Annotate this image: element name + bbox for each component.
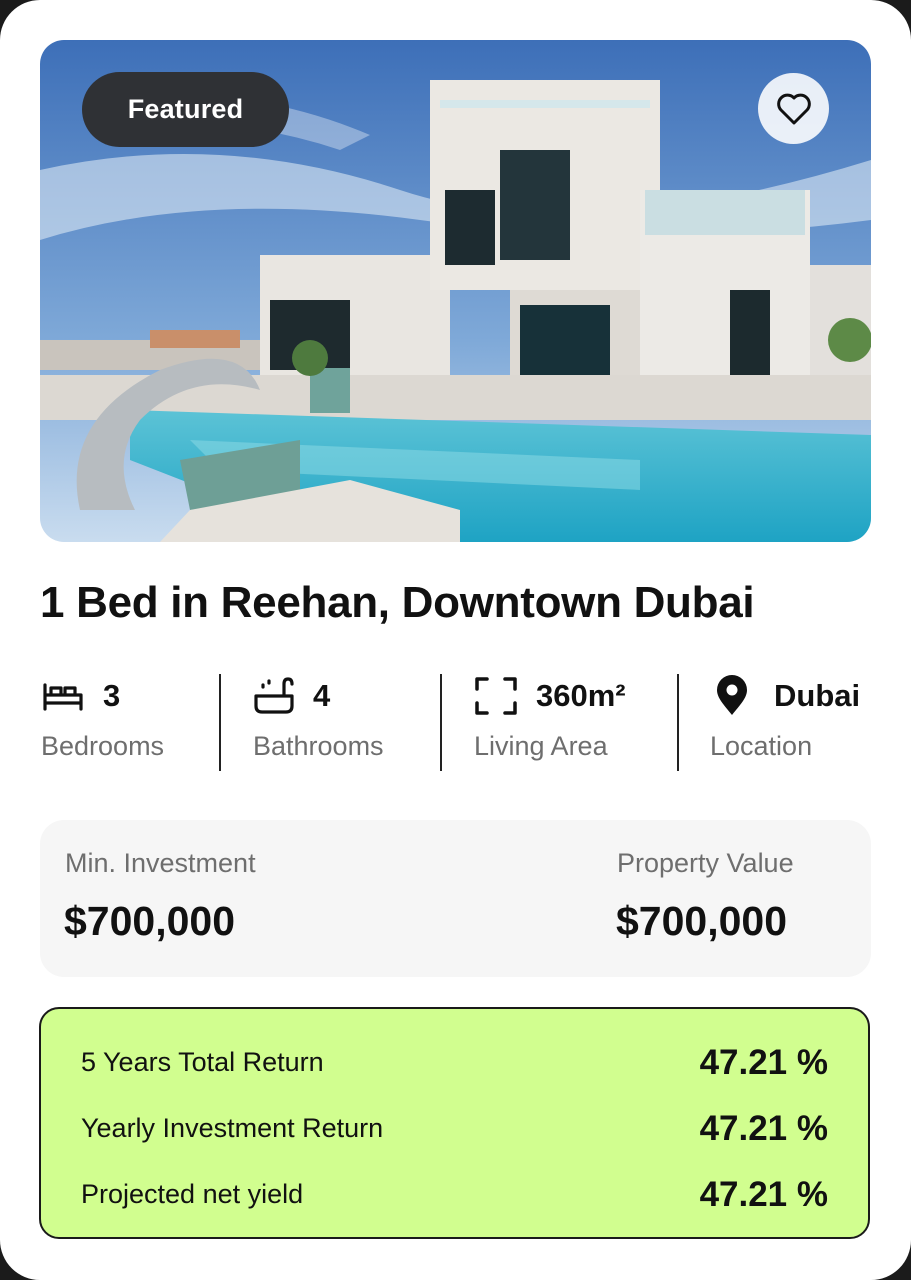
stat-bedrooms: 3 Bedrooms: [41, 670, 164, 774]
featured-badge-label: Featured: [127, 94, 244, 124]
living-area-value: 360m²: [536, 678, 626, 713]
return-label: Yearly Investment Return: [81, 1113, 384, 1143]
bathtub-icon: [254, 677, 294, 714]
featured-badge: Featured: [82, 72, 289, 147]
property-value-value: $700,000: [616, 898, 788, 944]
location-pin-icon: [717, 675, 747, 715]
min-investment-value: $700,000: [64, 898, 236, 944]
property-value-label: Property Value: [617, 848, 794, 878]
favorite-button[interactable]: [758, 73, 829, 144]
location-label: Location: [710, 731, 813, 761]
return-label: 5 Years Total Return: [81, 1047, 324, 1077]
return-row: Yearly Investment Return 47.21 %: [41, 1105, 868, 1155]
stat-divider: [440, 674, 442, 771]
bathrooms-label: Bathrooms: [253, 731, 384, 761]
stat-bathrooms: 4 Bathrooms: [253, 670, 384, 774]
bedrooms-value: 3: [103, 678, 121, 713]
stat-divider: [677, 674, 679, 771]
bed-icon: [43, 683, 83, 711]
stat-divider: [219, 674, 221, 771]
investment-summary: Min. Investment $700,000 Property Value …: [40, 820, 871, 977]
return-label: Projected net yield: [81, 1179, 304, 1209]
property-title: 1 Bed in Reehan, Downtown Dubai: [40, 578, 755, 627]
property-stats: 3 Bedrooms 4 Bathrooms 360m² Living Area…: [0, 670, 911, 774]
returns-panel: 5 Years Total Return 47.21 % Yearly Inve…: [39, 1007, 870, 1239]
return-value: 47.21 %: [699, 1043, 828, 1082]
min-investment-label: Min. Investment: [65, 848, 256, 878]
return-row: Projected net yield 47.21 %: [41, 1171, 868, 1221]
bedrooms-label: Bedrooms: [41, 731, 165, 761]
return-value: 47.21 %: [699, 1175, 828, 1214]
stat-location: Dubai Location: [710, 670, 861, 774]
return-value: 47.21 %: [699, 1109, 828, 1148]
stat-living-area: 360m² Living Area: [474, 670, 626, 774]
area-frame-icon: [475, 677, 517, 715]
heart-icon: [776, 93, 811, 124]
living-area-label: Living Area: [474, 731, 608, 761]
bathrooms-value: 4: [313, 678, 331, 713]
return-row: 5 Years Total Return 47.21 %: [41, 1039, 868, 1089]
location-value: Dubai: [774, 678, 861, 713]
property-card[interactable]: Featured 1 Bed in Reehan, Downtown Dubai…: [0, 0, 911, 1280]
